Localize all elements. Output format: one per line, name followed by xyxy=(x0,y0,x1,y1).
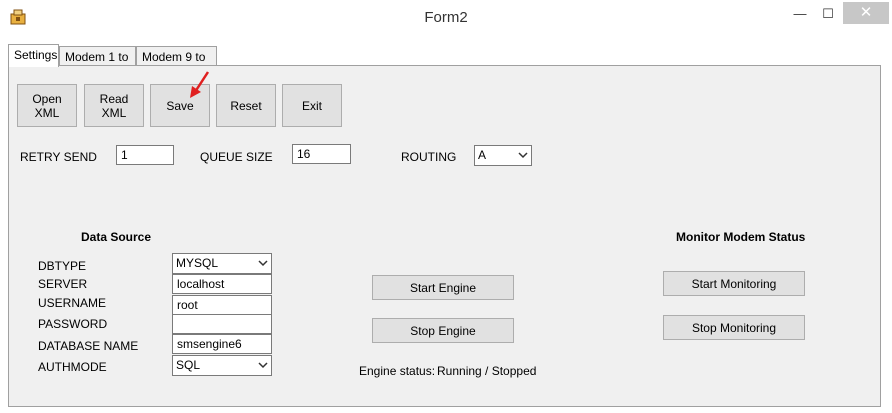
window-title: Form2 xyxy=(424,9,468,26)
open-xml-button[interactable]: Open XML xyxy=(17,84,77,127)
monitor-heading: Monitor Modem Status xyxy=(676,230,806,244)
read-xml-label-2: XML xyxy=(101,105,127,120)
reset-button[interactable]: Reset xyxy=(216,84,276,127)
routing-selected-value: A xyxy=(478,148,487,162)
authmode-select[interactable]: SQL xyxy=(172,355,272,376)
engine-status-label: Engine status: xyxy=(359,364,436,378)
server-label: SERVER xyxy=(38,277,88,291)
routing-select[interactable]: A xyxy=(474,145,532,166)
dbtype-label: DBTYPE xyxy=(38,259,87,273)
start-engine-button[interactable]: Start Engine xyxy=(372,275,514,300)
tab-modem-9-to-16[interactable]: Modem 9 to 16 xyxy=(136,46,217,84)
tab-modem-1-to-8[interactable]: Modem 1 to 8 xyxy=(59,46,136,84)
queue-size-label: QUEUE SIZE xyxy=(200,150,273,164)
read-xml-label-1: Read xyxy=(99,91,129,106)
open-xml-label-1: Open xyxy=(32,91,62,106)
engine-status-value: Running / Stopped xyxy=(437,364,537,378)
data-source-heading: Data Source xyxy=(81,230,152,244)
annotation-arrow-icon xyxy=(190,71,210,98)
authmode-label: AUTHMODE xyxy=(38,360,107,374)
queue-size-input[interactable] xyxy=(292,144,351,164)
dbtype-select[interactable]: MYSQL xyxy=(172,253,272,274)
routing-label: ROUTING xyxy=(401,150,457,164)
chevron-down-icon xyxy=(518,152,528,159)
password-label: PASSWORD xyxy=(38,317,108,331)
stop-monitoring-button[interactable]: Stop Monitoring xyxy=(663,315,805,340)
retry-send-input[interactable] xyxy=(116,145,174,165)
minimize-button[interactable]: — xyxy=(790,4,810,24)
maximize-button[interactable]: ☐ xyxy=(818,4,838,24)
username-label: USERNAME xyxy=(38,296,107,310)
retry-send-label: RETRY SEND xyxy=(20,150,97,164)
chevron-down-icon xyxy=(258,362,268,369)
username-input[interactable] xyxy=(172,295,272,315)
open-xml-label-2: XML xyxy=(34,105,60,120)
read-xml-button[interactable]: Read XML xyxy=(84,84,144,127)
stop-engine-button[interactable]: Stop Engine xyxy=(372,318,514,343)
database-name-label: DATABASE NAME xyxy=(38,339,139,353)
tab-settings[interactable]: Settings xyxy=(8,44,59,67)
close-button[interactable]: ✕ xyxy=(843,2,889,24)
server-input[interactable] xyxy=(172,274,272,294)
start-monitoring-button[interactable]: Start Monitoring xyxy=(663,271,805,296)
chevron-down-icon xyxy=(258,260,268,267)
exit-button[interactable]: Exit xyxy=(282,84,342,127)
dbtype-selected-value: MYSQL xyxy=(176,256,219,270)
authmode-selected-value: SQL xyxy=(176,358,201,372)
password-input[interactable] xyxy=(172,314,272,334)
database-name-input[interactable] xyxy=(172,334,272,354)
